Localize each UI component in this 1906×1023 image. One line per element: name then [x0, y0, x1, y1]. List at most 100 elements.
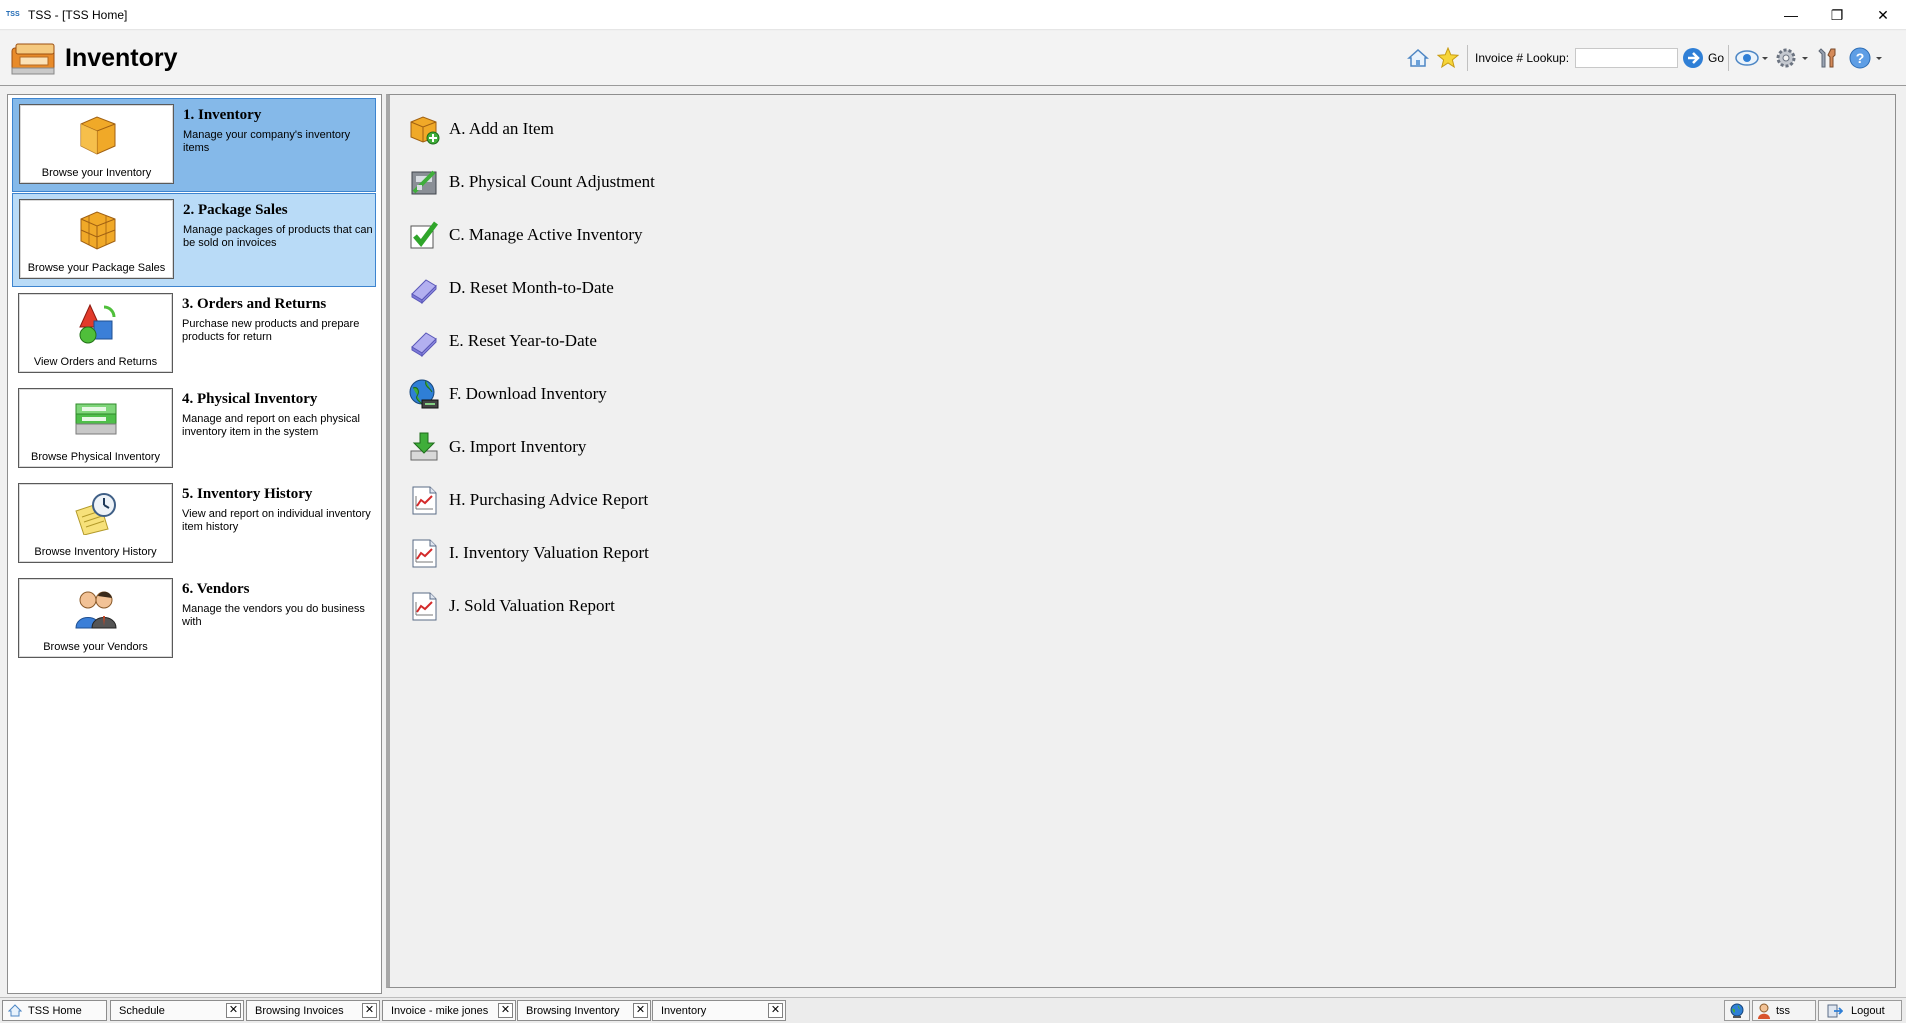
- action-manage-active-inventory[interactable]: C. Manage Active Inventory: [408, 218, 643, 252]
- home-icon: [1407, 48, 1429, 67]
- box-icon: [80, 116, 115, 155]
- people-icon: [74, 591, 117, 629]
- action-inventory-valuation-report[interactable]: I. Inventory Valuation Report: [408, 536, 649, 570]
- action-import-inventory[interactable]: G. Import Inventory: [408, 430, 586, 464]
- nav-item-package-sales[interactable]: Browse your Package Sales 2. Package Sal…: [12, 193, 376, 287]
- action-label: D. Reset Month-to-Date: [449, 278, 614, 297]
- action-physical-count-adjustment[interactable]: B. Physical Count Adjustment: [408, 165, 655, 199]
- nav-item-vendors[interactable]: Browse your Vendors 6. Vendors Manage th…: [12, 573, 376, 667]
- report-chart-icon: [412, 539, 437, 568]
- toolbar-divider: [1728, 45, 1729, 71]
- browse-vendors-button[interactable]: Browse your Vendors: [18, 578, 173, 658]
- globe-user-icon: [1730, 1003, 1744, 1018]
- action-reset-year-to-date[interactable]: E. Reset Year-to-Date: [408, 324, 597, 358]
- current-user-name: tss: [1776, 1004, 1791, 1017]
- module-navigation: Browse your Inventory 1. Inventory Manag…: [7, 94, 382, 994]
- action-add-item[interactable]: A. Add an Item: [408, 112, 554, 146]
- help-menu-button[interactable]: ?: [1848, 45, 1884, 71]
- eye-icon: [1735, 50, 1768, 66]
- nav-button-label: View Orders and Returns: [33, 356, 158, 368]
- eraser-icon: [411, 332, 437, 357]
- nav-button-label: Browse Physical Inventory: [31, 451, 160, 463]
- go-arrow-button[interactable]: [1681, 45, 1705, 71]
- nav-item-inventory[interactable]: Browse your Inventory 1. Inventory Manag…: [12, 98, 376, 192]
- action-label: H. Purchasing Advice Report: [449, 490, 649, 509]
- home-button[interactable]: [1404, 45, 1432, 71]
- action-sold-valuation-report[interactable]: J. Sold Valuation Report: [408, 589, 615, 623]
- invoice-lookup-input[interactable]: [1575, 48, 1678, 68]
- logout-label: Logout: [1851, 1004, 1885, 1017]
- close-tab-button[interactable]: ✕: [226, 1003, 241, 1018]
- browse-inventory-button[interactable]: Browse your Inventory: [19, 104, 174, 184]
- action-label: F. Download Inventory: [449, 384, 607, 403]
- invoice-lookup-label: Invoice # Lookup:: [1475, 51, 1570, 65]
- checkmark-icon: [410, 221, 438, 249]
- close-tab-button[interactable]: ✕: [498, 1003, 513, 1018]
- task-tab-browsing-inventory[interactable]: Browsing Inventory ✕: [517, 1000, 651, 1021]
- inventory-module-icon: [11, 43, 55, 75]
- nav-item-physical-inventory[interactable]: Browse Physical Inventory 4. Physical In…: [12, 383, 376, 477]
- nav-button-label: Browse Inventory History: [34, 546, 157, 558]
- close-window-button[interactable]: ✕: [1860, 0, 1906, 30]
- nav-item-description: Manage packages of products that can be …: [183, 224, 373, 249]
- action-label: E. Reset Year-to-Date: [449, 331, 597, 350]
- action-label: I. Inventory Valuation Report: [449, 543, 649, 562]
- browse-package-sales-button[interactable]: Browse your Package Sales: [19, 199, 174, 279]
- close-tab-button[interactable]: ✕: [633, 1003, 648, 1018]
- app-logo-icon: TSS: [6, 10, 20, 18]
- close-tab-button[interactable]: ✕: [362, 1003, 377, 1018]
- task-tab-label: TSS Home: [28, 1004, 82, 1017]
- action-label: G. Import Inventory: [449, 437, 587, 456]
- nav-item-title: 3. Orders and Returns: [182, 296, 327, 312]
- logout-icon: [1827, 1004, 1843, 1017]
- restore-button[interactable]: ❐: [1814, 0, 1860, 30]
- view-orders-returns-button[interactable]: View Orders and Returns: [18, 293, 173, 373]
- browse-inventory-history-button[interactable]: Browse Inventory History: [18, 483, 173, 563]
- task-tab-tss-home[interactable]: TSS Home: [2, 1000, 107, 1021]
- nav-button-label: Browse your Vendors: [43, 641, 148, 653]
- current-user[interactable]: tss: [1752, 1000, 1816, 1021]
- action-label: C. Manage Active Inventory: [449, 225, 643, 244]
- globe-download-icon: [409, 379, 439, 409]
- document-taskbar: TSS Home Schedule ✕ Browsing Invoices ✕ …: [0, 997, 1906, 1023]
- view-menu-button[interactable]: [1734, 45, 1770, 71]
- task-tab-invoice-mike-jones[interactable]: Invoice - mike jones ✕: [382, 1000, 516, 1021]
- nav-item-title: 6. Vendors: [182, 581, 250, 597]
- nav-item-orders-returns[interactable]: View Orders and Returns 3. Orders and Re…: [12, 288, 376, 382]
- arrow-right-circle-icon: [1683, 48, 1703, 68]
- toolbar-divider: [1467, 45, 1468, 71]
- home-icon: [8, 1004, 22, 1017]
- task-tab-label: Browsing Invoices: [255, 1004, 344, 1017]
- action-download-inventory[interactable]: F. Download Inventory: [408, 377, 607, 411]
- go-label[interactable]: Go: [1708, 51, 1724, 65]
- settings-menu-button[interactable]: [1774, 45, 1810, 71]
- task-tab-inventory[interactable]: Inventory ✕: [652, 1000, 786, 1021]
- browse-physical-inventory-button[interactable]: Browse Physical Inventory: [18, 388, 173, 468]
- action-label: B. Physical Count Adjustment: [449, 172, 655, 191]
- logout-button[interactable]: Logout: [1818, 1000, 1902, 1021]
- action-label: A. Add an Item: [449, 119, 554, 138]
- svg-text:?: ?: [1856, 50, 1865, 66]
- nav-item-description: Manage the vendors you do business with: [182, 603, 365, 628]
- actions-panel: A. Add an Item B. Physical Count Adjustm…: [386, 94, 1896, 988]
- nav-item-inventory-history[interactable]: Browse Inventory History 5. Inventory Hi…: [12, 478, 376, 572]
- favorites-button[interactable]: [1434, 45, 1462, 71]
- help-icon: ?: [1849, 47, 1882, 69]
- report-chart-icon: [412, 592, 437, 621]
- nav-button-label: Browse your Package Sales: [27, 262, 166, 274]
- nav-item-description: Purchase new products and prepare produc…: [182, 318, 360, 343]
- action-reset-month-to-date[interactable]: D. Reset Month-to-Date: [408, 271, 614, 305]
- tools-icon: [1818, 48, 1836, 68]
- task-tab-schedule[interactable]: Schedule ✕: [110, 1000, 244, 1021]
- action-purchasing-advice-report[interactable]: H. Purchasing Advice Report: [408, 483, 648, 517]
- task-tab-label: Schedule: [119, 1004, 165, 1017]
- nav-item-title: 1. Inventory: [183, 107, 262, 123]
- tools-button[interactable]: [1814, 45, 1842, 71]
- minimize-button[interactable]: —: [1768, 0, 1814, 30]
- connection-status[interactable]: [1724, 1000, 1750, 1021]
- close-tab-button[interactable]: ✕: [768, 1003, 783, 1018]
- window-title: TSS - [TSS Home]: [28, 7, 128, 22]
- task-tab-browsing-invoices[interactable]: Browsing Invoices ✕: [246, 1000, 380, 1021]
- nav-button-label: Browse your Inventory: [41, 167, 152, 179]
- package-icon: [80, 211, 115, 250]
